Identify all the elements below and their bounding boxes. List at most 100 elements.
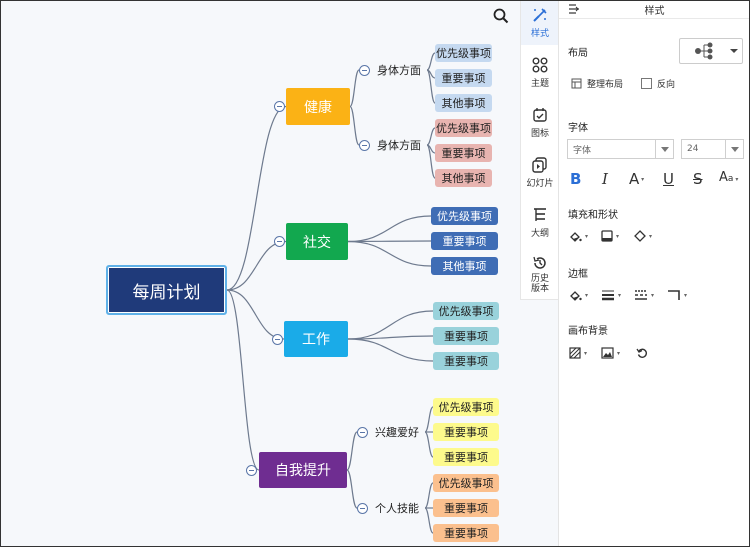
tab-history-label: 历史版本 <box>530 274 549 294</box>
leaf-node[interactable]: 重要事项 <box>433 448 499 466</box>
vertical-tab-bar: 样式 主题 图标 幻灯片 大纲 历史版本 <box>520 1 560 300</box>
style-brush-icon <box>533 8 547 22</box>
diamond-shape-icon[interactable]: ▾ <box>634 230 652 242</box>
leaf-link <box>426 127 436 146</box>
leaf-node[interactable]: 其他事项 <box>435 94 492 112</box>
italic-icon[interactable]: I <box>602 170 608 188</box>
reverse-checkbox[interactable]: 反向 <box>641 77 675 90</box>
history-icon <box>533 256 546 269</box>
tab-slides[interactable]: 幻灯片 <box>521 157 559 189</box>
tab-outline[interactable]: 大纲 <box>521 207 559 239</box>
mindmap-canvas[interactable]: 每周计划 健康 身体方面 优先级事项 重要事项 其他事项 身体方面 优先级事项 重要事项 其他事项… <box>1 1 520 546</box>
underline-icon[interactable]: U <box>663 170 674 188</box>
border-color-icon[interactable]: ▾ <box>569 289 588 302</box>
layout-label: 布局 <box>568 48 588 59</box>
leaf-node[interactable]: 优先级事项 <box>433 302 499 320</box>
collapse-toggle-icon[interactable] <box>358 64 370 76</box>
subtopic-node[interactable]: 身体方面 <box>371 136 427 154</box>
branch-node[interactable]: 自我提升 <box>259 452 347 488</box>
fill-shape-label: 填充和形状 <box>568 210 618 221</box>
subtopic-node[interactable]: 身体方面 <box>371 61 427 79</box>
font-label: 字体 <box>568 123 588 134</box>
slideshow-icon <box>532 157 547 173</box>
collapse-toggle-icon[interactable] <box>358 139 370 151</box>
leaf-node[interactable]: 重要事项 <box>431 232 498 250</box>
font-family-select[interactable]: 字体 <box>567 139 674 159</box>
fill-bucket-icon[interactable]: ▾ <box>569 230 588 243</box>
panel-title: 样式 <box>644 6 665 17</box>
root-node[interactable]: 每周计划 <box>106 265 227 315</box>
branch-link <box>226 289 260 471</box>
sub-link <box>349 105 360 146</box>
background-image-icon[interactable]: ▾ <box>601 347 620 359</box>
connector-style-icon[interactable]: ▾ <box>667 289 687 301</box>
leaf-link <box>424 431 434 458</box>
canvas-background-label: 画布背景 <box>568 326 608 337</box>
subtopic-node[interactable]: 兴趣爱好 <box>369 423 425 441</box>
collapse-toggle-icon[interactable] <box>356 502 368 514</box>
background-pattern-icon[interactable]: ▾ <box>569 347 587 359</box>
leaf-node[interactable]: 其他事项 <box>435 169 492 187</box>
layout-dropdown[interactable] <box>679 38 743 64</box>
shape-icon[interactable]: ▾ <box>601 230 619 242</box>
branch-link <box>226 105 287 291</box>
border-label: 边框 <box>568 269 588 280</box>
branch-node[interactable]: 健康 <box>286 88 350 125</box>
leaf-node[interactable]: 重要事项 <box>433 524 499 542</box>
border-weight-icon[interactable]: ▾ <box>601 289 621 301</box>
tab-icons[interactable]: 图标 <box>521 107 559 139</box>
leaf-node[interactable]: 重要事项 <box>433 352 499 370</box>
sub-link <box>346 431 358 471</box>
collapse-toggle-icon[interactable] <box>273 101 285 112</box>
theme-grid-icon <box>532 57 548 73</box>
outline-icon <box>534 208 546 221</box>
branch-node[interactable]: 工作 <box>284 321 348 357</box>
tab-slides-label: 幻灯片 <box>526 179 554 189</box>
leaf-node[interactable]: 重要事项 <box>435 69 492 87</box>
tab-history[interactable]: 历史版本 <box>521 255 559 295</box>
leaf-node[interactable]: 重要事项 <box>435 144 492 162</box>
leaf-link <box>347 338 434 362</box>
collapse-toggle-icon[interactable] <box>245 464 257 476</box>
reset-background-icon[interactable] <box>636 347 648 359</box>
app-frame: 每周计划 健康 身体方面 优先级事项 重要事项 其他事项 身体方面 优先级事项 重要事项 其他事项… <box>0 0 750 547</box>
layout-structure-icon <box>695 42 738 60</box>
collapse-toggle-icon[interactable] <box>273 236 285 247</box>
leaf-node[interactable]: 重要事项 <box>433 327 499 345</box>
leaf-node[interactable]: 优先级事项 <box>431 207 498 225</box>
chevron-down-icon <box>655 140 673 158</box>
collapse-toggle-icon[interactable] <box>356 426 368 438</box>
panel-header: 样式 <box>559 1 749 19</box>
leaf-node[interactable]: 优先级事项 <box>433 474 499 492</box>
leaf-link <box>347 240 432 267</box>
leaf-node[interactable]: 优先级事项 <box>435 44 492 62</box>
text-case-icon[interactable]: Aa ▾ <box>719 170 738 185</box>
tab-theme-label: 主题 <box>530 79 549 89</box>
leaf-node[interactable]: 优先级事项 <box>435 119 492 137</box>
leaf-link <box>424 482 434 509</box>
leaf-node[interactable]: 重要事项 <box>433 499 499 517</box>
tab-style[interactable]: 样式 <box>521 1 559 45</box>
strikethrough-icon[interactable]: S <box>693 170 703 188</box>
leaf-node[interactable]: 重要事项 <box>433 423 499 441</box>
font-color-icon[interactable]: A ▾ <box>629 170 644 188</box>
border-dash-icon[interactable]: ▾ <box>634 289 654 301</box>
tab-style-label: 样式 <box>530 29 549 39</box>
collapse-toggle-icon[interactable] <box>271 333 283 345</box>
tidy-layout-button[interactable]: 整理布局 <box>571 77 623 90</box>
collapse-panel-icon[interactable] <box>568 3 580 15</box>
leaf-node[interactable]: 优先级事项 <box>433 398 499 416</box>
font-family-value: 字体 <box>573 145 592 156</box>
branch-node[interactable]: 社交 <box>286 223 348 260</box>
leaf-node[interactable]: 其他事项 <box>431 257 498 275</box>
bold-icon[interactable]: B <box>570 170 581 188</box>
search-icon[interactable] <box>492 7 510 25</box>
font-size-select[interactable]: 24 <box>681 139 744 159</box>
leaf-link <box>426 52 436 71</box>
subtopic-node[interactable]: 个人技能 <box>369 499 425 517</box>
sub-link <box>346 469 358 509</box>
leaf-link <box>347 310 434 340</box>
reverse-label: 反向 <box>657 80 676 90</box>
reverse-checkbox-box[interactable] <box>641 78 652 89</box>
tab-theme[interactable]: 主题 <box>521 57 559 89</box>
